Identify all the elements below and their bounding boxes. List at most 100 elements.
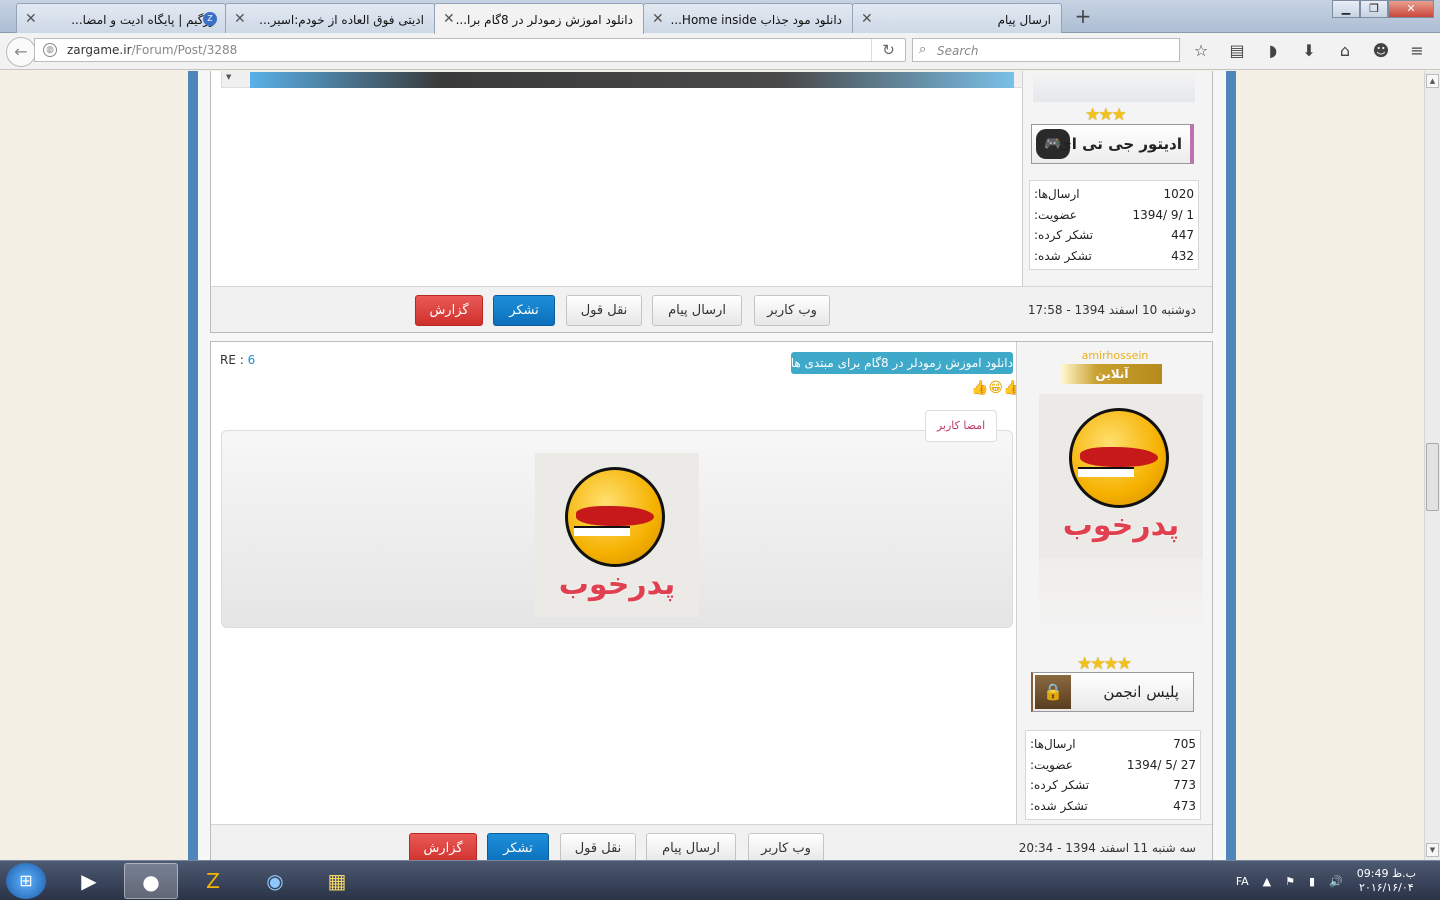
- forum-post: ▼ ★★★ 🎮 ادیتور جی تی ای ارسال‌ها: 1020 عض…: [210, 71, 1213, 333]
- report-button[interactable]: گزارش: [415, 295, 483, 326]
- start-button-icon[interactable]: ⊞: [6, 863, 46, 899]
- close-tab-icon[interactable]: ✕: [652, 11, 664, 27]
- chat-icon[interactable]: ☻: [1370, 40, 1392, 62]
- maximize-icon[interactable]: ❐: [1360, 0, 1388, 18]
- quote-button[interactable]: نقل قول: [560, 833, 636, 860]
- taskbar: ⊞ ▶ ● Z ◉ ▦ FA ▲ ⚑ ▮ 🔊 09:49 ب.ظ ۲۰۱۶/۱۶…: [0, 860, 1440, 900]
- pocket-icon[interactable]: ◗: [1262, 40, 1284, 62]
- reading-list-icon[interactable]: ▤: [1226, 40, 1248, 62]
- web-user-button[interactable]: وب کاربر: [754, 295, 830, 326]
- zargame-favicon-icon: Z: [203, 12, 217, 26]
- signature-logo-image: پدرخوب: [535, 453, 699, 617]
- network-icon[interactable]: ▮: [1309, 875, 1315, 888]
- tab-label: دانلود اموزش زمودلر در 8گام برا...: [455, 13, 633, 27]
- volume-icon[interactable]: 🔊: [1329, 875, 1343, 888]
- stat-value: 447: [1171, 228, 1194, 243]
- rank-label: پلیس انجمن: [1103, 683, 1179, 701]
- menu-icon[interactable]: ≡: [1406, 40, 1428, 62]
- vertical-scrollbar[interactable]: ▲ ▼: [1424, 71, 1440, 860]
- scroll-down-icon[interactable]: ▼: [1426, 843, 1439, 857]
- url-text: zargame.ir/Forum/Post/3288: [67, 43, 237, 57]
- embedded-screenshot: [250, 72, 1014, 88]
- tab-home-inside[interactable]: دانلود مود جذاب Home inside... ✕: [643, 3, 853, 33]
- rank-label: ادیتور جی تی ای: [1058, 135, 1182, 153]
- forum-post: RE : 6 دانلود اموزش زمودلر در 8گام برای …: [210, 341, 1213, 860]
- stat-label: تشکر شده:: [1030, 798, 1088, 813]
- show-hidden-icons-icon[interactable]: ▲: [1263, 875, 1271, 888]
- filezilla-icon[interactable]: Z: [186, 863, 240, 899]
- tab-zargame-home[interactable]: Z زرگیم | پایگاه ادیت و امضا... ✕: [16, 3, 226, 33]
- report-button[interactable]: گزارش: [409, 833, 477, 860]
- rank-badge: 🔒 پلیس انجمن: [1031, 672, 1194, 712]
- post-date: دوشنبه 10 اسفند 1394 - 17:58: [1027, 303, 1196, 317]
- bookmark-star-icon[interactable]: ☆: [1190, 40, 1212, 62]
- page-viewport: ▼ ★★★ 🎮 ادیتور جی تی ای ارسال‌ها: 1020 عض…: [0, 71, 1424, 860]
- url-bar[interactable]: ◍ zargame.ir/Forum/Post/3288 ↻: [34, 38, 906, 62]
- clock-time: 09:49 ب.ظ: [1356, 867, 1416, 880]
- home-icon[interactable]: ⌂: [1334, 40, 1356, 62]
- username[interactable]: amirhossein: [1017, 349, 1213, 362]
- rank-badge: 🎮 ادیتور جی تی ای: [1031, 124, 1194, 164]
- tab-bar: ارسال پیام ✕ دانلود مود جذاب Home inside…: [0, 0, 1440, 34]
- stat-label: ارسال‌ها:: [1030, 737, 1076, 752]
- close-tab-icon[interactable]: ✕: [443, 11, 455, 27]
- site-info-icon[interactable]: ◍: [43, 43, 57, 57]
- reload-icon[interactable]: ↻: [871, 39, 905, 61]
- send-message-button[interactable]: ارسال پیام: [652, 295, 742, 326]
- file-explorer-icon[interactable]: ▦: [310, 863, 364, 899]
- scroll-thumb[interactable]: [1426, 443, 1439, 511]
- re-label: RE :: [220, 353, 244, 367]
- scroll-down-icon[interactable]: ▼: [226, 73, 240, 85]
- window-controls: ▁ ❐ ✕: [1332, 0, 1434, 18]
- user-sidebar: amirhossein آنلاین پدرخوب ★★★★ 🔒 پلیس ان…: [1016, 342, 1212, 860]
- quote-button[interactable]: نقل قول: [566, 295, 642, 326]
- scroll-up-icon[interactable]: ▲: [1426, 74, 1439, 88]
- post-footer: وب کاربر ارسال پیام نقل قول تشکر گزارش س…: [211, 824, 1212, 860]
- clock-date: ۲۰۱۶/۱۶/۰۴: [1359, 881, 1414, 894]
- search-input[interactable]: ⌕ Search: [912, 38, 1180, 62]
- stat-label: تشکر کرده:: [1030, 778, 1090, 793]
- tab-send-message[interactable]: ارسال پیام ✕: [852, 3, 1062, 33]
- stat-label: عضویت:: [1030, 757, 1073, 772]
- flag-icon[interactable]: ⚑: [1285, 875, 1295, 888]
- web-user-button[interactable]: وب کاربر: [748, 833, 824, 860]
- stat-label: تشکر شده:: [1034, 248, 1092, 263]
- send-message-button[interactable]: ارسال پیام: [646, 833, 736, 860]
- stat-value: 705: [1173, 737, 1196, 752]
- new-tab-icon[interactable]: +: [1068, 4, 1098, 30]
- user-stats: ارسال‌ها: 1020 عضویت: 1394/ 9/ 1 تشکر کرده…: [1029, 180, 1199, 270]
- search-placeholder: Search: [937, 44, 979, 58]
- stat-label: ارسال‌ها:: [1034, 187, 1080, 202]
- re-number-link[interactable]: 6: [248, 353, 256, 367]
- stat-label: تشکر کرده:: [1034, 228, 1094, 243]
- logo-ball-icon: [565, 467, 665, 567]
- minimize-icon[interactable]: ▁: [1332, 0, 1360, 18]
- clock[interactable]: 09:49 ب.ظ ۲۰۱۶/۱۶/۰۴: [1357, 867, 1416, 895]
- firefox-icon[interactable]: ●: [124, 863, 178, 899]
- tab-zmodeler-tutorial[interactable]: دانلود اموزش زمودلر در 8گام برا... ✕: [434, 3, 644, 34]
- back-arrow-icon[interactable]: ←: [6, 37, 36, 67]
- thanks-button[interactable]: تشکر: [487, 833, 549, 860]
- visual-studio-icon[interactable]: ▶: [62, 863, 116, 899]
- code-box: ▼: [221, 71, 1023, 88]
- tab-edit[interactable]: ادیتی فوق العاده از خودم:اسیر... ✕: [225, 3, 435, 33]
- close-window-icon[interactable]: ✕: [1388, 0, 1434, 18]
- avatar: [1033, 72, 1195, 102]
- stat-label: عضویت:: [1034, 207, 1077, 222]
- signature-box: پدرخوب: [221, 430, 1013, 628]
- close-tab-icon[interactable]: ✕: [861, 11, 873, 27]
- logo-ball-icon: [1069, 408, 1169, 508]
- thanks-button[interactable]: تشکر: [493, 295, 555, 326]
- avatar-reflection: [1039, 558, 1203, 638]
- avatar: پدرخوب: [1039, 394, 1203, 558]
- rating-stars: ★★★: [1085, 105, 1127, 125]
- stat-value: 773: [1173, 778, 1196, 793]
- network-app-icon[interactable]: ◉: [248, 863, 302, 899]
- online-label: آنلاین: [1095, 367, 1129, 381]
- language-indicator[interactable]: FA: [1236, 875, 1249, 888]
- close-tab-icon[interactable]: ✕: [234, 11, 246, 27]
- system-tray: FA ▲ ⚑ ▮ 🔊 09:49 ب.ظ ۲۰۱۶/۱۶/۰۴: [1236, 867, 1416, 895]
- user-stats: ارسال‌ها: 705 عضویت: 1394/ 5/ 27 تشکر کرده…: [1025, 730, 1201, 820]
- download-icon[interactable]: ⬇: [1298, 40, 1320, 62]
- close-tab-icon[interactable]: ✕: [25, 11, 37, 27]
